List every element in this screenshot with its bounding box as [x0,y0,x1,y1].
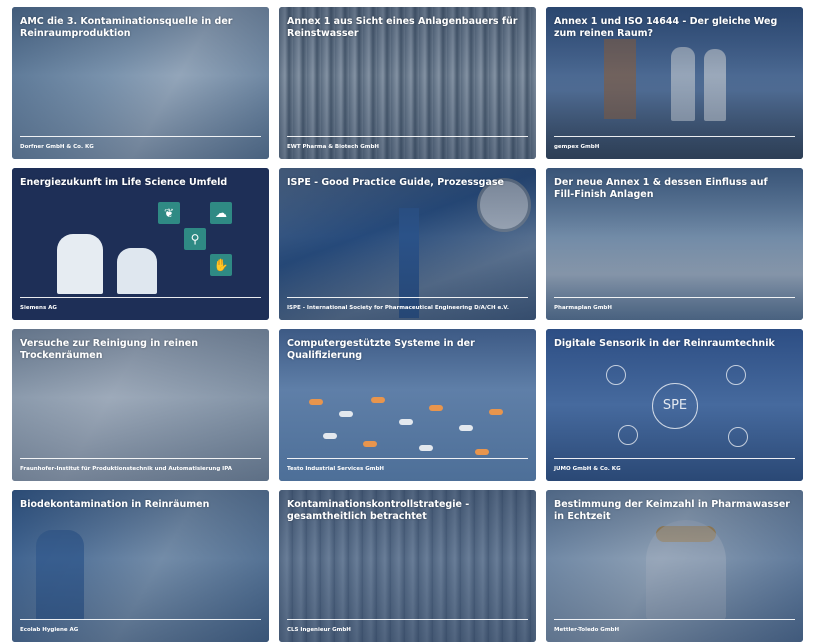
card-title: Biodekontamination in Reinräumen [20,499,210,510]
card-company: Ecolab Hygiene AG [20,627,79,633]
talk-card[interactable]: Kontaminationskontrollstrategie - gesamt… [279,490,536,642]
talk-card[interactable]: Annex 1 aus Sicht eines Anlagenbauers fü… [279,7,536,159]
card-title: Annex 1 aus Sicht eines Anlagenbauers fü… [287,16,518,39]
card-company: EWT Pharma & Biotech GmbH [287,144,380,150]
card-divider [554,619,795,620]
card-divider [287,136,528,137]
card-divider [287,619,528,620]
card-divider [20,136,261,137]
card-company: JUMO GmbH & Co. KG [554,466,621,472]
card-company: Pharmaplan GmbH [554,305,612,311]
card-divider [20,297,261,298]
card-divider [554,458,795,459]
card-title: Der neue Annex 1 & dessen Einfluss auf F… [554,177,768,200]
talk-card[interactable]: AMC die 3. Kontaminationsquelle in der R… [12,7,269,159]
talk-card[interactable]: SPE Digitale Sensorik in der Reinraumtec… [546,329,803,481]
leaf-icon: ❦ [158,202,180,224]
card-divider [287,458,528,459]
talk-card[interactable]: Computergestützte Systeme in der Qualifi… [279,329,536,481]
scientist-shape [57,234,103,294]
card-title: Kontaminationskontrollstrategie - gesamt… [287,499,470,522]
sensor-icon [606,365,626,385]
cloud-icon: ☁ [210,202,232,224]
scientist-shape [117,248,157,294]
spe-badge: SPE [652,383,698,429]
card-title: Annex 1 und ISO 14644 - Der gleiche Weg … [554,16,778,39]
talk-card[interactable]: Der neue Annex 1 & dessen Einfluss auf F… [546,168,803,320]
talk-card[interactable]: Biodekontamination in Reinräumen Ecolab … [12,490,269,642]
card-divider [20,619,261,620]
card-company: Mettler-Toledo GmbH [554,627,620,633]
sensor-icon [618,425,638,445]
card-title: AMC die 3. Kontaminationsquelle in der R… [20,16,233,39]
hand-icon: ✋ [210,254,232,276]
card-divider [554,136,795,137]
talk-card-grid: AMC die 3. Kontaminationsquelle in der R… [12,7,803,642]
card-title: Energiezukunft im Life Science Umfeld [20,177,228,188]
card-company: ISPE - International Society for Pharmac… [287,305,509,311]
card-divider [554,297,795,298]
talk-card[interactable]: Bestimmung der Keimzahl in Pharmawasser … [546,490,803,642]
card-divider [287,297,528,298]
card-company: Testo Industrial Services GmbH [287,466,385,472]
card-title: ISPE - Good Practice Guide, Prozessgase [287,177,504,188]
card-company: Dorfner GmbH & Co. KG [20,144,94,150]
talk-card[interactable]: ❦ ☁ ⚲ ✋ Energiezukunft im Life Science U… [12,168,269,320]
card-title: Bestimmung der Keimzahl in Pharmawasser … [554,499,790,522]
card-company: Siemens AG [20,305,57,311]
card-title: Digitale Sensorik in der Reinraumtechnik [554,338,775,349]
card-divider [20,458,261,459]
sensor-icon [726,365,746,385]
talk-card[interactable]: ISPE - Good Practice Guide, Prozessgase … [279,168,536,320]
sensor-icon [728,427,748,447]
talk-card[interactable]: Versuche zur Reinigung in reinen Trocken… [12,329,269,481]
card-company: gempex GmbH [554,144,600,150]
magnifier-icon: ⚲ [184,228,206,250]
card-company: CLS Ingenieur GmbH [287,627,351,633]
card-company: Fraunhofer-Institut für Produktionstechn… [20,466,233,472]
talk-card[interactable]: Annex 1 und ISO 14644 - Der gleiche Weg … [546,7,803,159]
card-title: Versuche zur Reinigung in reinen Trocken… [20,338,198,361]
card-title: Computergestützte Systeme in der Qualifi… [287,338,475,361]
